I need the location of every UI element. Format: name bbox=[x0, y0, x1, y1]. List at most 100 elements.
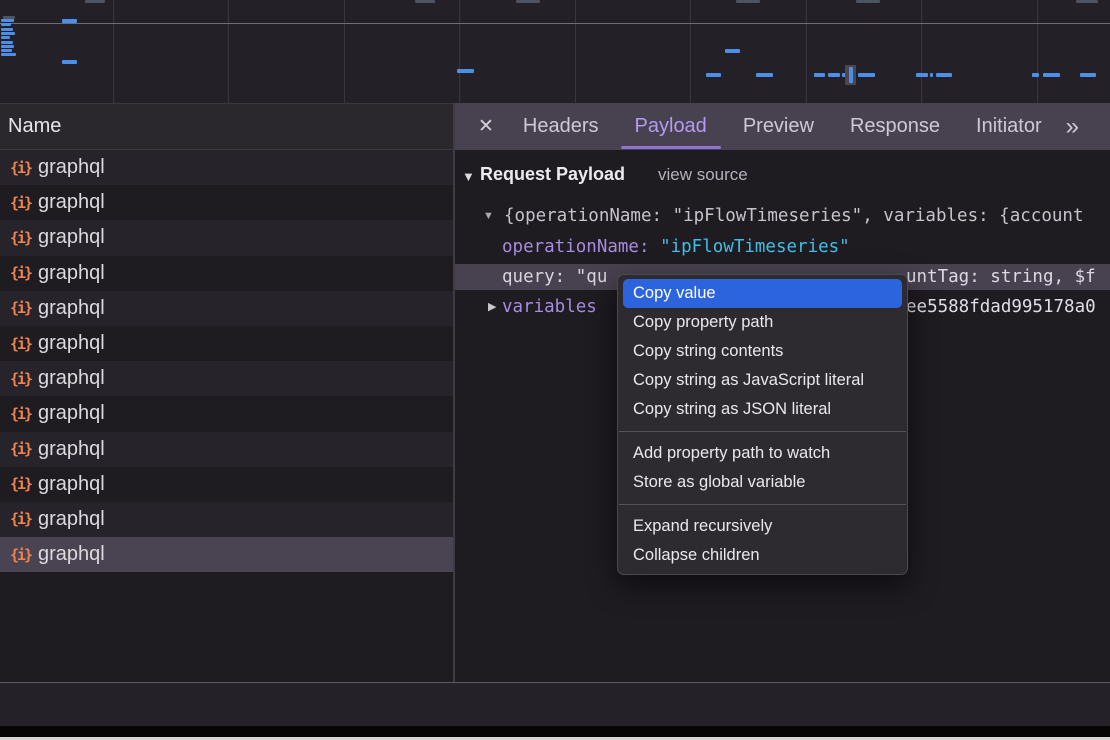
overview-request-bar bbox=[930, 73, 933, 77]
request-row[interactable]: {i}graphql bbox=[0, 256, 453, 291]
request-row-selected[interactable]: {i}graphql bbox=[0, 537, 453, 572]
request-name: graphql bbox=[38, 438, 105, 461]
json-braces-icon: {i} bbox=[10, 546, 38, 564]
request-row[interactable]: {i}graphql bbox=[0, 326, 453, 361]
request-name: graphql bbox=[38, 402, 105, 425]
close-icon[interactable]: ✕ bbox=[478, 115, 494, 138]
overview-gridline bbox=[1037, 0, 1038, 103]
request-name: graphql bbox=[38, 543, 105, 566]
property-value: "ipFlowTimeseries" bbox=[660, 237, 850, 257]
collapse-triangle-icon: ▼ bbox=[462, 169, 475, 184]
overview-gridline bbox=[575, 0, 576, 103]
menu-item-copy-string-json-literal[interactable]: Copy string as JSON literal bbox=[618, 395, 907, 424]
overview-request-bar bbox=[814, 73, 825, 77]
tab-preview[interactable]: Preview bbox=[743, 103, 814, 150]
menu-item-copy-string-contents[interactable]: Copy string contents bbox=[618, 337, 907, 366]
name-column-label: Name bbox=[8, 115, 61, 138]
menu-item-copy-property-path[interactable]: Copy property path bbox=[618, 308, 907, 337]
overview-request-bar bbox=[1, 36, 10, 39]
more-tabs-icon[interactable]: » bbox=[1066, 113, 1077, 141]
request-name: graphql bbox=[38, 367, 105, 390]
request-row[interactable]: {i}graphql bbox=[0, 150, 453, 185]
json-braces-icon: {i} bbox=[10, 335, 38, 353]
overview-request-bar bbox=[1080, 73, 1096, 77]
overview-request-bar bbox=[1, 41, 13, 44]
overview-request-bar bbox=[415, 0, 435, 3]
overview-gridline bbox=[228, 0, 229, 103]
menu-item-collapse-children[interactable]: Collapse children bbox=[618, 541, 907, 570]
request-row[interactable]: {i}graphql bbox=[0, 502, 453, 537]
overview-gridline bbox=[921, 0, 922, 103]
overview-request-bar bbox=[916, 73, 928, 77]
json-braces-icon: {i} bbox=[10, 440, 38, 458]
request-row[interactable]: {i}graphql bbox=[0, 220, 453, 255]
json-braces-icon: {i} bbox=[10, 475, 38, 493]
request-payload-section[interactable]: ▼ Request Payload view source bbox=[455, 164, 1110, 190]
view-source-link[interactable]: view source bbox=[658, 165, 748, 185]
payload-preview-text: {operationName: "ipFlowTimeseries", vari… bbox=[504, 203, 1083, 229]
request-name: graphql bbox=[38, 156, 105, 179]
json-braces-icon: {i} bbox=[10, 264, 38, 282]
menu-item-copy-string-js-literal[interactable]: Copy string as JavaScript literal bbox=[618, 366, 907, 395]
property-key: operationName: bbox=[502, 237, 650, 257]
collapse-triangle-icon: ▼ bbox=[483, 203, 494, 229]
overview-request-bar bbox=[1, 28, 13, 31]
menu-item-expand-recursively[interactable]: Expand recursively bbox=[618, 512, 907, 541]
menu-item-add-property-path-to-watch[interactable]: Add property path to watch bbox=[618, 439, 907, 468]
request-name: graphql bbox=[38, 473, 105, 496]
json-braces-icon: {i} bbox=[10, 299, 38, 317]
overview-request-bar bbox=[856, 0, 880, 3]
variables-text-right: ee5588fdad995178a0 bbox=[906, 294, 1096, 320]
query-text-right: untTag: string, $f bbox=[906, 264, 1096, 290]
overview-request-bar bbox=[1043, 73, 1060, 77]
menu-separator bbox=[619, 431, 906, 432]
tab-initiator[interactable]: Initiator bbox=[976, 103, 1042, 150]
payload-root-row[interactable]: ▼ {operationName: "ipFlowTimeseries", va… bbox=[455, 203, 1110, 229]
operation-name-row[interactable]: operationName: "ipFlowTimeseries" bbox=[455, 234, 1110, 260]
request-row[interactable]: {i}graphql bbox=[0, 396, 453, 431]
overview-request-bar bbox=[706, 73, 721, 77]
overview-gridline bbox=[806, 0, 807, 103]
overview-request-bar bbox=[457, 69, 474, 73]
status-footer bbox=[0, 683, 1110, 726]
overview-request-bar bbox=[62, 19, 77, 23]
overview-gridline bbox=[344, 0, 345, 103]
name-column-header[interactable]: Name bbox=[0, 103, 454, 150]
overview-request-bar bbox=[85, 0, 105, 3]
request-name: graphql bbox=[38, 226, 105, 249]
request-row[interactable]: {i}graphql bbox=[0, 291, 453, 326]
request-row[interactable]: {i}graphql bbox=[0, 361, 453, 396]
json-braces-icon: {i} bbox=[10, 405, 38, 423]
request-name: graphql bbox=[38, 508, 105, 531]
tab-response[interactable]: Response bbox=[850, 103, 940, 150]
tab-payload[interactable]: Payload bbox=[635, 103, 707, 150]
request-name: graphql bbox=[38, 297, 105, 320]
tab-headers[interactable]: Headers bbox=[523, 103, 599, 150]
detail-tabbar: ✕ Headers Payload Preview Response Initi… bbox=[454, 103, 1110, 150]
overview-request-bar bbox=[1, 53, 16, 56]
overview-gridline bbox=[0, 23, 1110, 24]
request-row[interactable]: {i}graphql bbox=[0, 467, 453, 502]
menu-item-store-as-global-variable[interactable]: Store as global variable bbox=[618, 468, 907, 497]
request-row[interactable]: {i}graphql bbox=[0, 185, 453, 220]
detail-tabs: Headers Payload Preview Response Initiat… bbox=[523, 103, 1042, 150]
overview-request-bar bbox=[1, 49, 12, 52]
expand-triangle-icon: ▶ bbox=[488, 294, 496, 320]
overview-request-bar bbox=[516, 0, 540, 3]
overview-request-bar bbox=[849, 67, 853, 83]
bottom-bar bbox=[0, 726, 1110, 737]
menu-item-copy-value[interactable]: Copy value bbox=[623, 279, 902, 308]
overview-request-bar bbox=[1, 45, 14, 48]
property-key: variables bbox=[502, 294, 597, 320]
section-title: Request Payload bbox=[480, 164, 625, 185]
query-text-left: query: "qu bbox=[502, 264, 607, 290]
json-braces-icon: {i} bbox=[10, 159, 38, 177]
menu-separator bbox=[619, 504, 906, 505]
overview-gridline bbox=[113, 0, 114, 103]
request-row[interactable]: {i}graphql bbox=[0, 432, 453, 467]
network-overview[interactable] bbox=[0, 0, 1110, 103]
request-name: graphql bbox=[38, 262, 105, 285]
json-braces-icon: {i} bbox=[10, 510, 38, 528]
overview-request-bar bbox=[756, 73, 773, 77]
overview-gridline bbox=[459, 0, 460, 103]
